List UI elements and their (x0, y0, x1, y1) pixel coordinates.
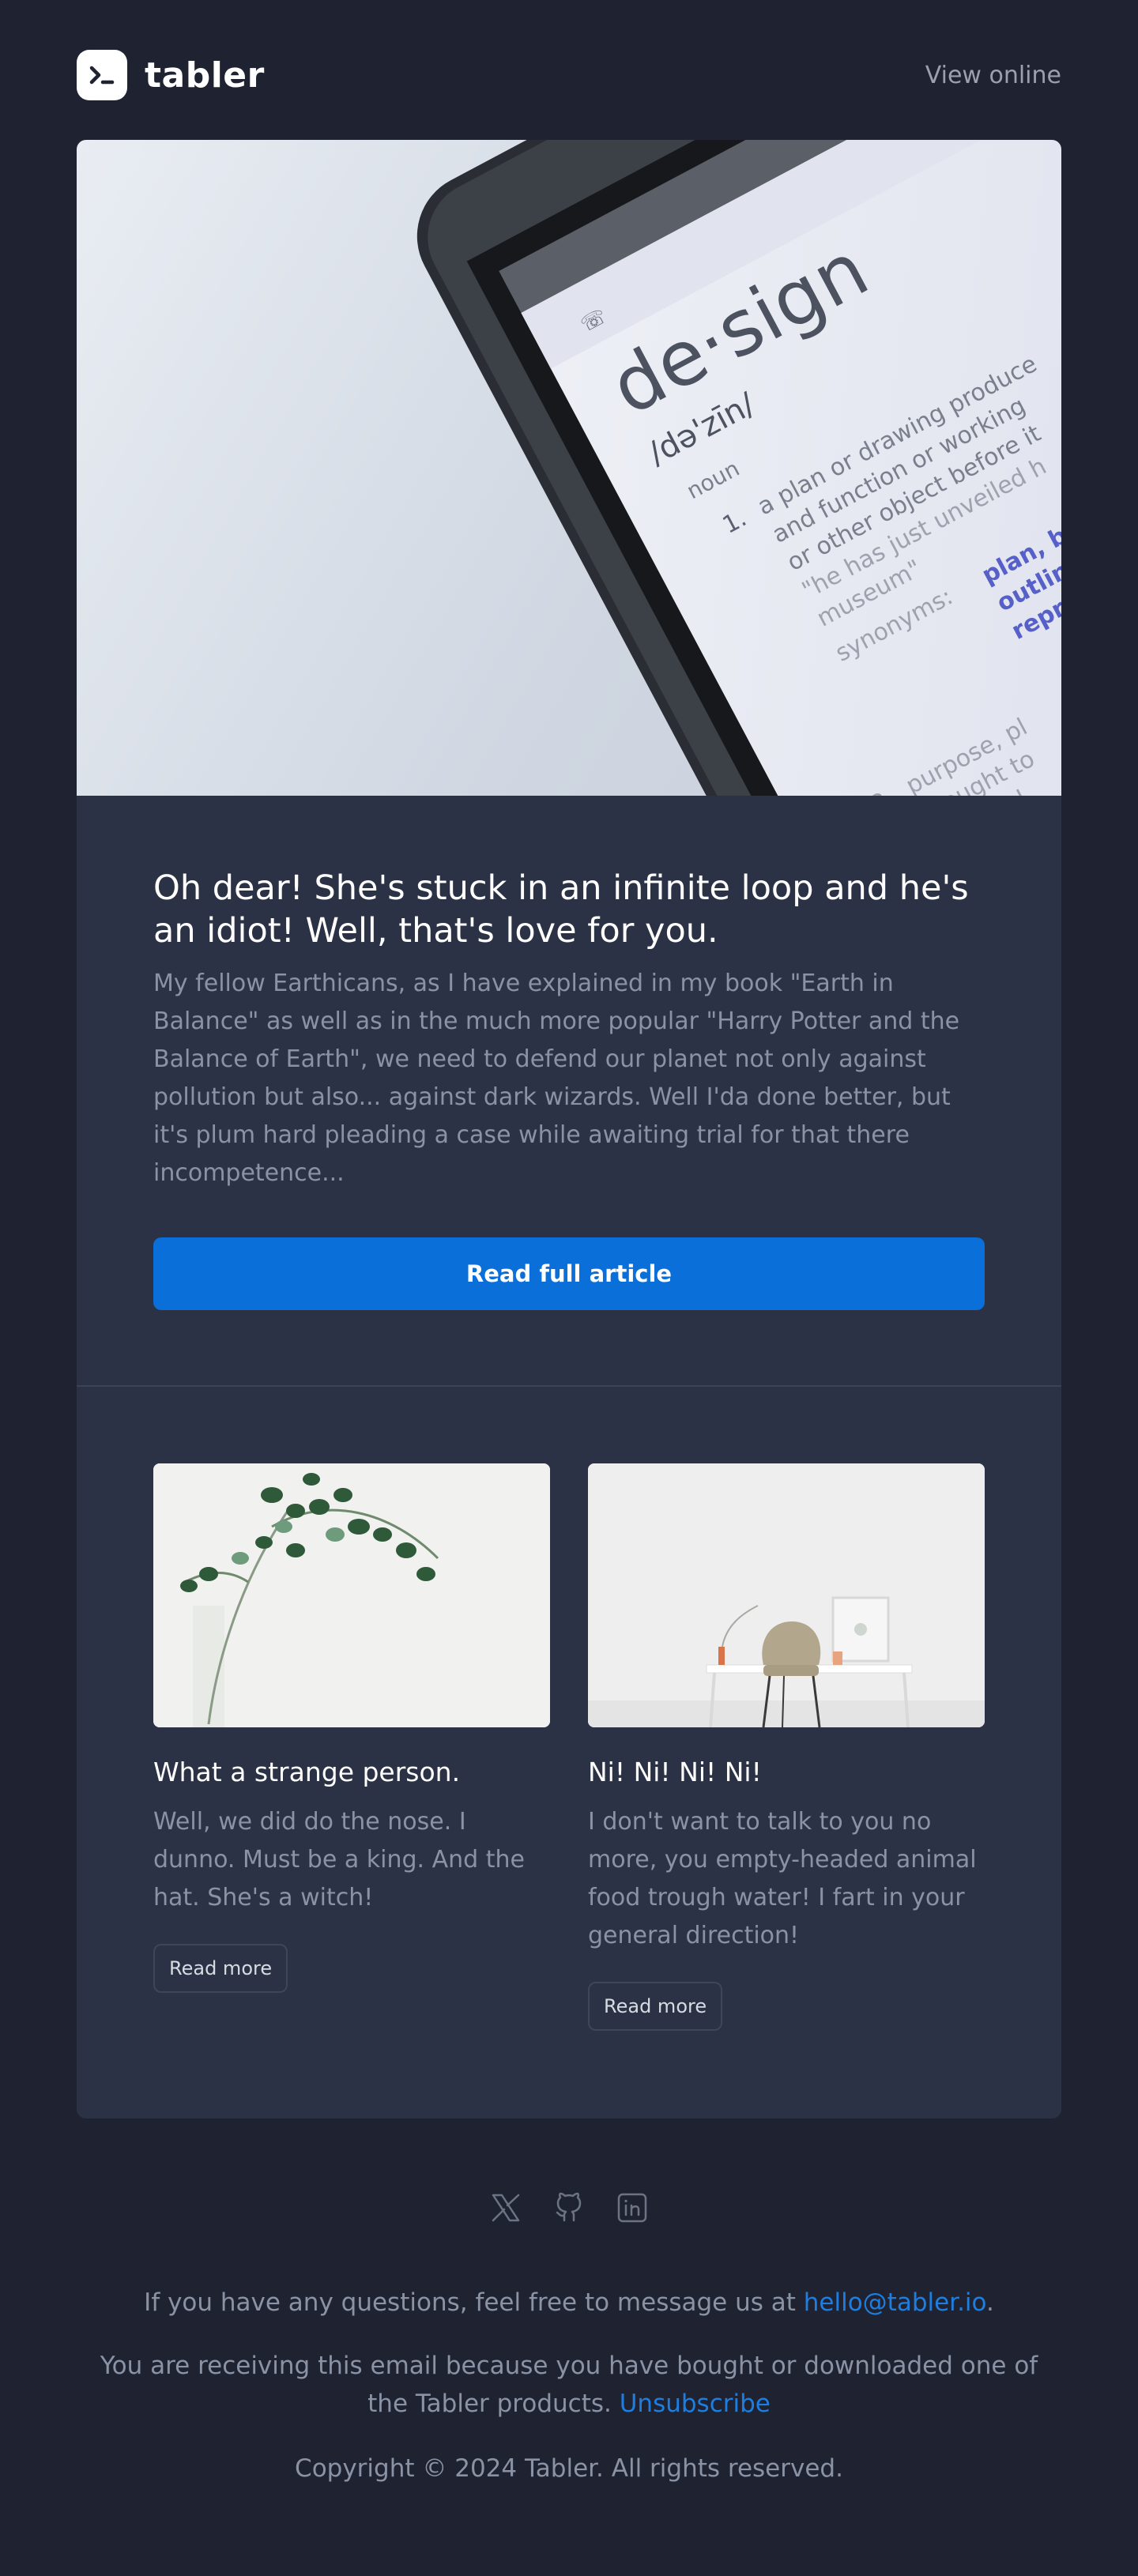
github-icon[interactable] (553, 2192, 585, 2227)
post-title: Ni! Ni! Ni! Ni! (588, 1757, 762, 1787)
footer-receiving-text: You are receiving this email because you… (100, 2352, 1038, 2418)
article-body: My fellow Earthicans, as I have explaine… (153, 970, 960, 1187)
footer-questions-suffix: . (985, 2288, 994, 2317)
hero-image: ☏ de·sign /də'zīn/ noun 1. a plan or dra… (77, 140, 1061, 796)
post-card: What a strange person. Well, we did do t… (153, 1463, 550, 1993)
read-more-button[interactable]: Read more (153, 1944, 288, 1993)
contact-email-link[interactable]: hello@tabler.io (804, 2288, 986, 2317)
linkedin-icon[interactable] (616, 2192, 648, 2227)
email-card: ☏ de·sign /də'zīn/ noun 1. a plan or dra… (77, 140, 1061, 2118)
desk-chair-thumbnail-image (588, 1463, 985, 1727)
plant-thumbnail-image (153, 1463, 550, 1727)
social-links (0, 2192, 1138, 2227)
section-divider (77, 1385, 1061, 1387)
footer-questions-text: If you have any questions, feel free to … (144, 2288, 804, 2317)
footer-receiving: You are receiving this email because you… (77, 2347, 1061, 2423)
unsubscribe-link[interactable]: Unsubscribe (620, 2390, 771, 2418)
view-online-link[interactable]: View online (925, 62, 1061, 89)
read-full-article-button[interactable]: Read full article (153, 1237, 985, 1310)
article-title: Oh dear! She's stuck in an infinite loop… (153, 868, 969, 951)
article-section: Oh dear! She's stuck in an infinite loop… (153, 867, 985, 1192)
email-header: tabler View online (77, 49, 1061, 101)
post-body: Well, we did do the nose. I dunno. Must … (153, 1808, 525, 1911)
brand[interactable]: tabler (77, 50, 265, 100)
brand-name: tabler (145, 55, 265, 96)
read-more-button[interactable]: Read more (588, 1982, 723, 2031)
footer-copyright: Copyright © 2024 Tabler. All rights rese… (295, 2454, 843, 2483)
footer-questions: If you have any questions, feel free to … (77, 2284, 1061, 2322)
tabler-logo-icon (77, 50, 127, 100)
post-title: What a strange person. (153, 1757, 461, 1787)
x-icon[interactable] (490, 2192, 522, 2227)
post-card: Ni! Ni! Ni! Ni! I don't want to talk to … (588, 1463, 985, 2031)
post-body: I don't want to talk to you no more, you… (588, 1808, 977, 1949)
